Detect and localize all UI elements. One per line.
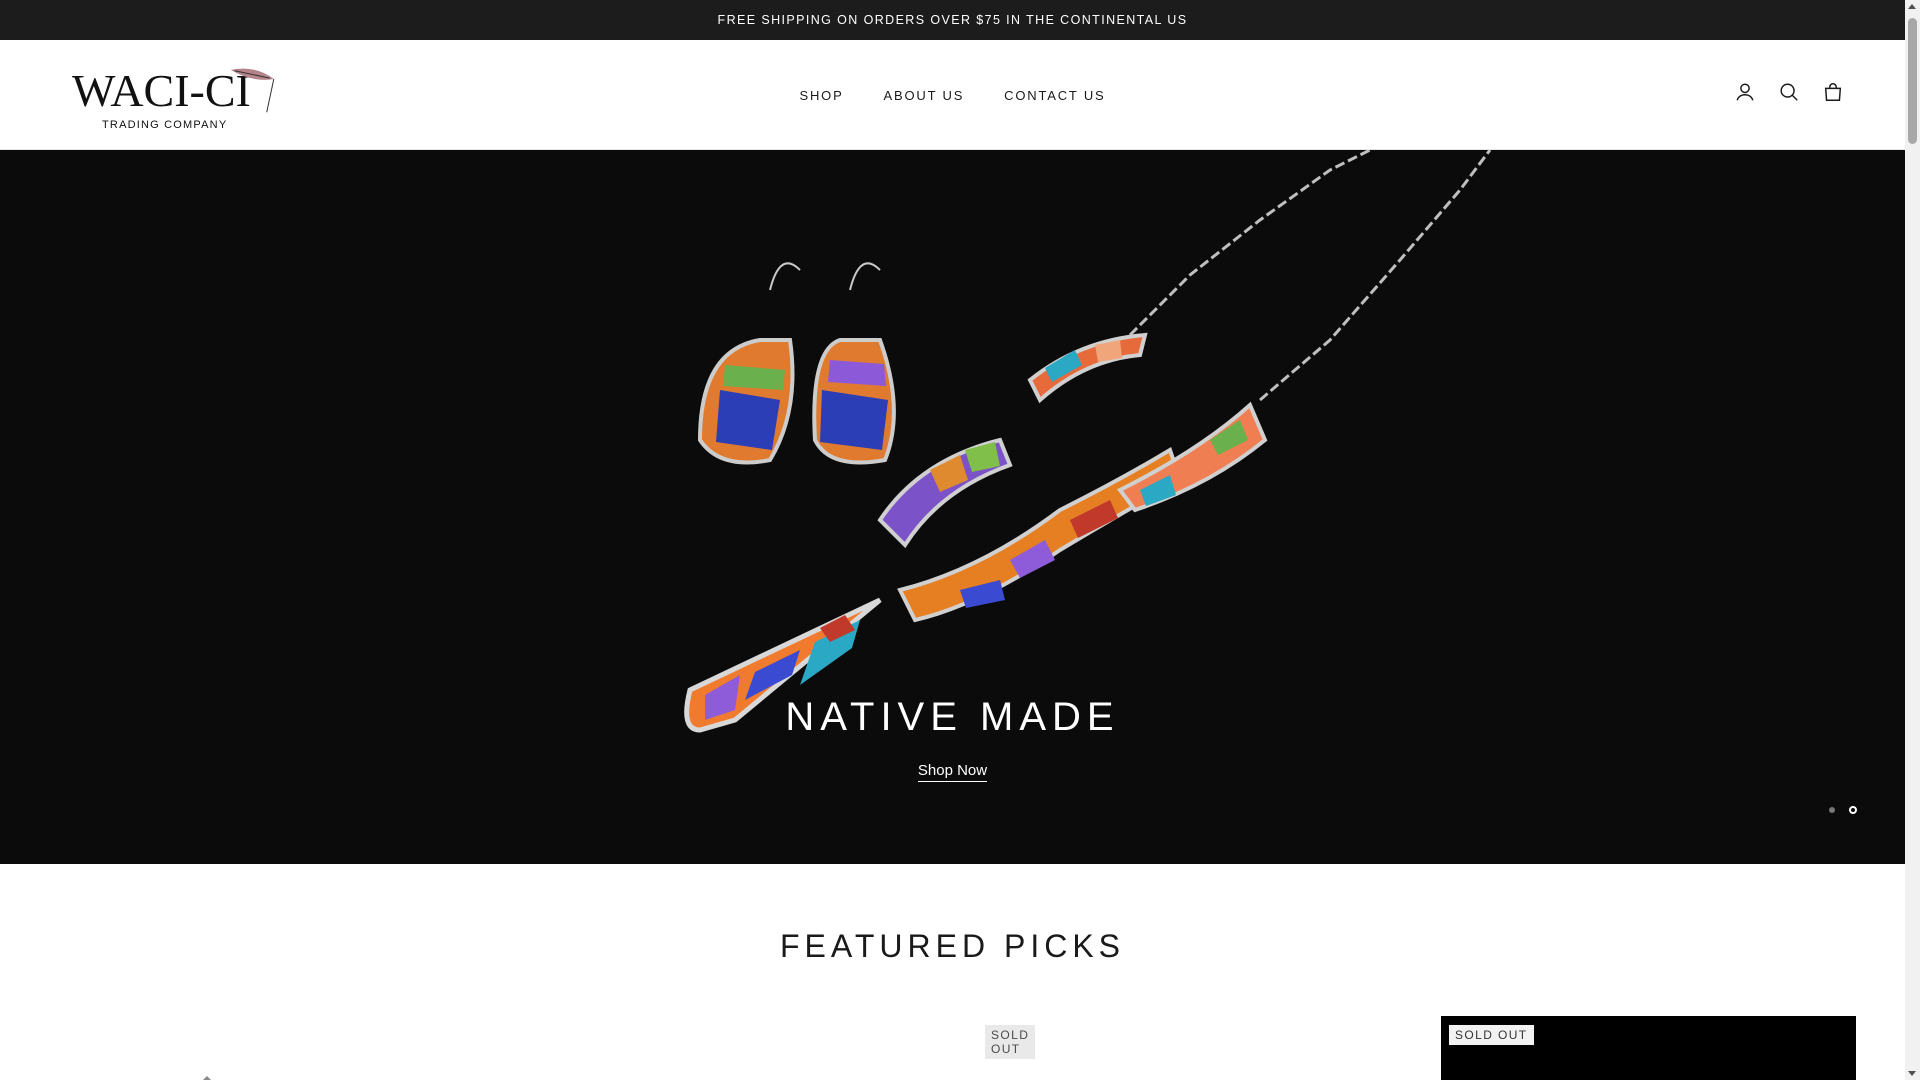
slide-dot-1[interactable] xyxy=(1829,807,1835,813)
search-icon xyxy=(1780,83,1798,101)
scrollbar-thumb[interactable] xyxy=(1908,18,1917,144)
cart-icon xyxy=(1824,83,1842,101)
product-card[interactable]: SOLD OUT xyxy=(532,1016,1036,1080)
hero-jewelry-image xyxy=(684,150,1492,733)
product-card[interactable]: SOLD OUT xyxy=(1441,1016,1856,1080)
shop-now-link[interactable]: Shop Now xyxy=(917,762,988,782)
nav-shop[interactable]: SHOP xyxy=(800,88,844,103)
page-scrollbar[interactable] xyxy=(1905,0,1920,1080)
product-card[interactable] xyxy=(72,1016,492,1080)
cart-button[interactable] xyxy=(1821,80,1845,104)
site-header: WACI-CI TRADING COMPANY SHOP ABOUT US CO… xyxy=(0,40,1905,150)
account-button[interactable] xyxy=(1733,80,1757,104)
hero-cta-wrap: Shop Now xyxy=(0,762,1905,782)
nav-about-us[interactable]: ABOUT US xyxy=(884,88,965,103)
header-icons xyxy=(1733,80,1845,104)
slideshow-dots xyxy=(1829,806,1857,814)
account-icon xyxy=(1736,83,1754,101)
hero-title: NATIVE MADE xyxy=(785,695,1120,739)
nav-contact-us[interactable]: CONTACT US xyxy=(1004,88,1105,103)
sold-out-badge: SOLD OUT xyxy=(1449,1025,1534,1045)
announcement-bar: FREE SHIPPING ON ORDERS OVER $75 IN THE … xyxy=(0,0,1905,40)
search-button[interactable] xyxy=(1777,80,1801,104)
product-image xyxy=(203,1076,211,1080)
product-card[interactable] xyxy=(992,1016,1412,1080)
announcement-text: FREE SHIPPING ON ORDERS OVER $75 IN THE … xyxy=(717,13,1188,27)
hero-slideshow: NATIVE MADE Shop Now xyxy=(0,150,1905,864)
featured-products-grid: SOLD OUT SOLD OUT xyxy=(72,1016,1856,1080)
main-nav: SHOP ABOUT US CONTACT US xyxy=(0,40,1905,150)
featured-picks-title: FEATURED PICKS xyxy=(780,928,1125,964)
scroll-down-arrow-icon[interactable] xyxy=(1908,1071,1916,1076)
scroll-up-arrow-icon[interactable] xyxy=(1908,4,1916,9)
slide-dot-2[interactable] xyxy=(1849,806,1857,814)
